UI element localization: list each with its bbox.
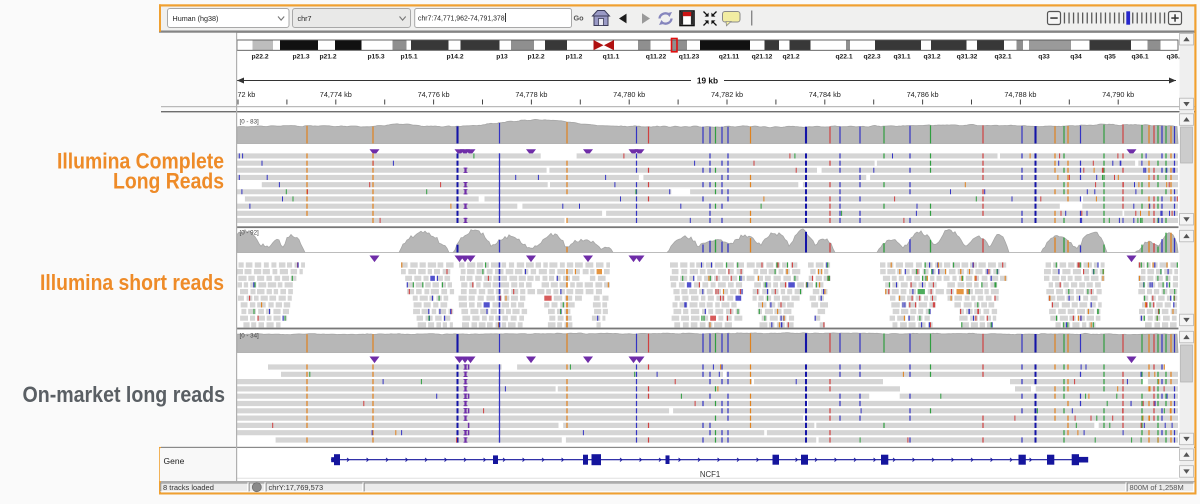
svg-text:chr7:74,771,962-74,791,378: chr7:74,771,962-74,791,378 bbox=[418, 16, 505, 23]
svg-text:74,780 kb: 74,780 kb bbox=[613, 90, 645, 99]
svg-text:74,784 kb: 74,784 kb bbox=[809, 90, 841, 99]
svg-text:19 kb: 19 kb bbox=[697, 76, 718, 86]
svg-text:74,786 kb: 74,786 kb bbox=[907, 90, 939, 99]
svg-text:p14.2: p14.2 bbox=[446, 54, 463, 61]
svg-text:chrY:17,769,573: chrY:17,769,573 bbox=[269, 483, 324, 492]
svg-text:q34: q34 bbox=[1070, 54, 1082, 61]
svg-text:p12.2: p12.2 bbox=[527, 54, 544, 61]
svg-text:p15.3: p15.3 bbox=[367, 54, 384, 61]
svg-text:q32.1: q32.1 bbox=[994, 54, 1011, 61]
svg-text:[0 - 92]: [0 - 92] bbox=[240, 230, 260, 237]
svg-text:q11.1: q11.1 bbox=[603, 54, 620, 61]
svg-text:Go: Go bbox=[574, 14, 585, 23]
svg-text:p13: p13 bbox=[496, 54, 508, 61]
svg-text:On-market long reads: On-market long reads bbox=[23, 382, 226, 407]
svg-text:p15.1: p15.1 bbox=[400, 54, 417, 61]
svg-text:74,776 kb: 74,776 kb bbox=[418, 90, 450, 99]
svg-text:72 kb: 72 kb bbox=[238, 90, 256, 99]
svg-text:74,782 kb: 74,782 kb bbox=[711, 90, 743, 99]
svg-text:Illumina short reads: Illumina short reads bbox=[40, 270, 224, 295]
svg-text:[0 - 83]: [0 - 83] bbox=[240, 119, 260, 126]
svg-text:[0 - 34]: [0 - 34] bbox=[240, 333, 260, 340]
svg-text:q21.2: q21.2 bbox=[782, 54, 799, 61]
svg-text:NCF1: NCF1 bbox=[700, 470, 720, 479]
svg-text:q33: q33 bbox=[1038, 54, 1050, 61]
svg-text:chr7: chr7 bbox=[298, 14, 312, 23]
svg-text:q21.11: q21.11 bbox=[719, 54, 740, 61]
svg-text:q35: q35 bbox=[1104, 54, 1116, 61]
svg-text:74,778 kb: 74,778 kb bbox=[515, 90, 547, 99]
svg-text:74,790 kb: 74,790 kb bbox=[1102, 90, 1134, 99]
svg-text:74,774 kb: 74,774 kb bbox=[320, 90, 352, 99]
svg-text:q22.3: q22.3 bbox=[863, 54, 880, 61]
svg-text:74,788 kb: 74,788 kb bbox=[1004, 90, 1036, 99]
svg-text:p22.2: p22.2 bbox=[251, 54, 268, 61]
svg-text:q36.1: q36.1 bbox=[1131, 54, 1148, 61]
svg-text:800M of 1,258M: 800M of 1,258M bbox=[1130, 483, 1184, 492]
svg-text:q11.23: q11.23 bbox=[679, 54, 700, 61]
svg-text:p21.2: p21.2 bbox=[319, 54, 336, 61]
svg-text:q22.1: q22.1 bbox=[835, 54, 852, 61]
svg-text:q31.2: q31.2 bbox=[923, 54, 940, 61]
svg-text:Long Reads: Long Reads bbox=[113, 168, 224, 193]
svg-text:p11.2: p11.2 bbox=[566, 54, 583, 61]
svg-text:q21.12: q21.12 bbox=[752, 54, 773, 61]
svg-text:q11.22: q11.22 bbox=[646, 54, 667, 61]
svg-text:q31.1: q31.1 bbox=[893, 54, 910, 61]
svg-text:Human (hg38): Human (hg38) bbox=[173, 14, 219, 23]
svg-text:Gene: Gene bbox=[164, 456, 185, 466]
svg-text:q31.32: q31.32 bbox=[957, 54, 978, 61]
svg-text:p21.3: p21.3 bbox=[292, 54, 309, 61]
svg-text:8 tracks loaded: 8 tracks loaded bbox=[163, 483, 214, 492]
